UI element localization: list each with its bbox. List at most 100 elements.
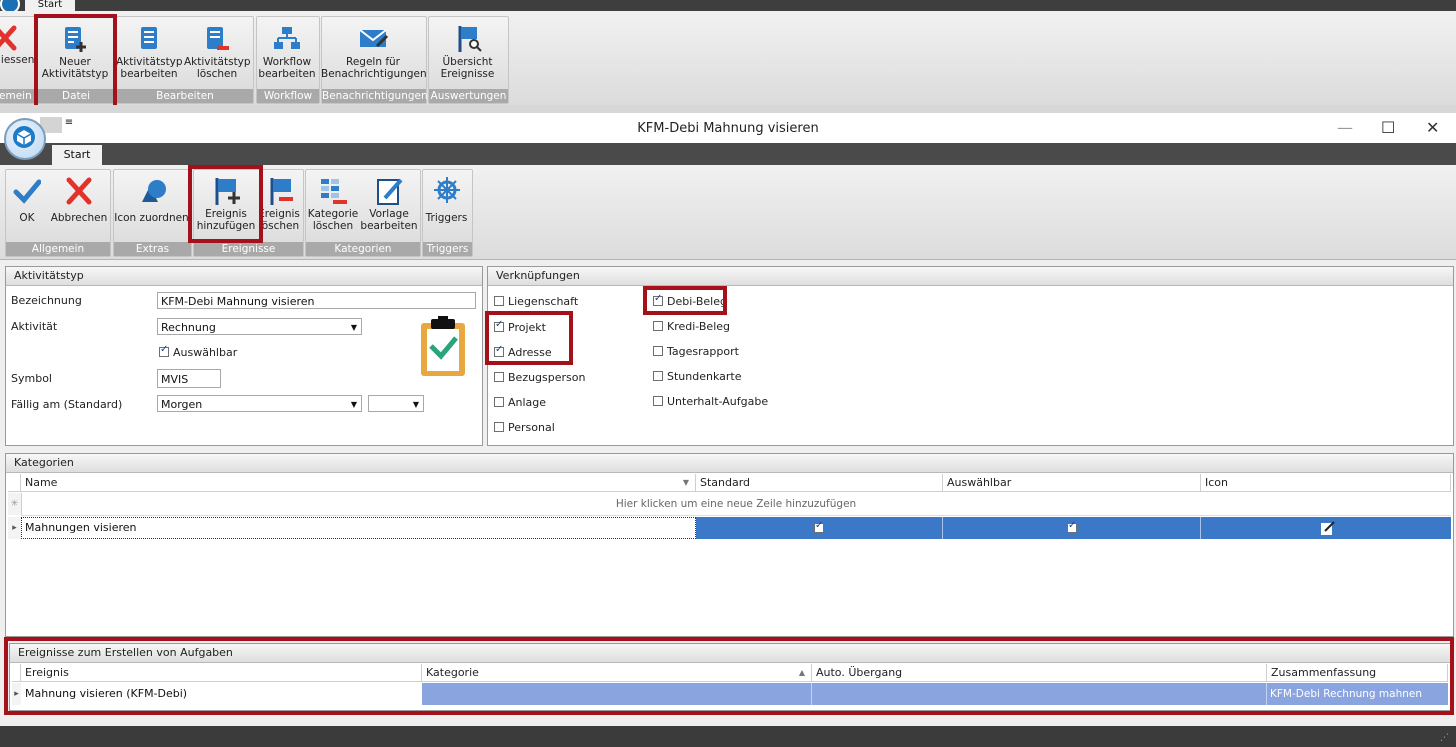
- edit-pencil-icon[interactable]: [1320, 520, 1336, 536]
- window-gap: [0, 105, 1456, 113]
- col-header-name-text: Name: [25, 476, 58, 489]
- kredi-beleg-checkbox[interactable]: [653, 321, 663, 331]
- grid-corner: [8, 474, 21, 492]
- highlight-ereignisse-panel: [4, 637, 1454, 715]
- aktivitaet-value: Rechnung: [161, 321, 216, 334]
- minimize-button[interactable]: —: [1337, 118, 1353, 137]
- col-header-name[interactable]: Name ▼: [21, 474, 696, 492]
- ok-button[interactable]: OK: [10, 176, 44, 224]
- background-tab-start[interactable]: Start: [25, 0, 75, 11]
- ereignis-loeschen-button[interactable]: Ereignis löschen: [258, 176, 300, 232]
- kredi-beleg-label: Kredi-Beleg: [667, 320, 730, 333]
- workflow-bearbeiten-button[interactable]: Workflow bearbeiten: [256, 24, 318, 80]
- flag-remove-icon: [265, 176, 293, 206]
- bg-group-workflow-label: Workflow: [257, 89, 319, 103]
- close-window-button[interactable]: ✕: [1426, 118, 1439, 137]
- panel-verknuepfungen: Verknüpfungen: [487, 266, 1454, 446]
- group-allgemein-label: Allgemein: [6, 242, 110, 256]
- resize-grip-icon[interactable]: ⋰: [1440, 733, 1449, 743]
- kategorie-loeschen-label-1: Kategorie: [307, 208, 359, 220]
- status-bar: [0, 726, 1456, 747]
- close-x-icon: [0, 24, 18, 52]
- uebersicht-label-2: Ereignisse: [440, 68, 495, 80]
- dialog-title: KFM-Debi Mahnung visieren: [637, 121, 819, 136]
- background-window-titlebar: [0, 0, 1456, 11]
- bg-group-benachrichtigungen-label: Benachrichtigungen: [322, 89, 428, 103]
- col-header-standard[interactable]: Standard: [696, 474, 943, 492]
- liegenschaft-label: Liegenschaft: [508, 295, 579, 308]
- icon-zuordnen-button[interactable]: Icon zuordnen: [114, 176, 189, 224]
- liegenschaft-checkbox[interactable]: [494, 296, 504, 306]
- uebersicht-ereignisse-button[interactable]: Übersicht Ereignisse: [430, 24, 505, 80]
- loeschen-label-2: löschen: [196, 68, 238, 80]
- bearbeiten-label-2: bearbeiten: [120, 68, 178, 80]
- uebersicht-label-1: Übersicht: [442, 56, 493, 68]
- loeschen-label-1: Aktivitätstyp: [184, 56, 251, 68]
- abbrechen-label: Abbrechen: [50, 212, 108, 224]
- kategorie-loeschen-button[interactable]: Kategorie löschen: [306, 176, 360, 232]
- grid-delete-icon: [319, 176, 347, 206]
- faellig-select[interactable]: Morgen ▼: [157, 395, 362, 412]
- category-name-cell[interactable]: Mahnungen visieren: [21, 517, 696, 539]
- edit-document-icon: [135, 24, 163, 54]
- symbol-field[interactable]: MVIS: [157, 369, 221, 388]
- auswaehlbar-checkbox[interactable]: [159, 344, 169, 357]
- vorlage-label-2: bearbeiten: [360, 220, 418, 232]
- bg-group-allgemein-label: emein: [0, 89, 35, 103]
- shapes-icon: [138, 176, 166, 206]
- abbrechen-button[interactable]: Abbrechen: [50, 176, 108, 224]
- category-auswaehlbar-checkbox[interactable]: [1067, 520, 1077, 533]
- faellig-value: Morgen: [161, 398, 203, 411]
- highlight-projekt-adresse: [485, 311, 573, 365]
- bezugsperson-label: Bezugsperson: [508, 371, 586, 384]
- ok-label: OK: [19, 212, 35, 224]
- cancel-x-icon: [65, 176, 93, 206]
- quick-access-dropdown[interactable]: ≡: [62, 117, 76, 131]
- aktivitaetstyp-loeschen-button[interactable]: Aktivitätstyp löschen: [184, 24, 251, 80]
- bezugsperson-checkbox[interactable]: [494, 372, 504, 382]
- unterhalt-aufgabe-label: Unterhalt-Aufgabe: [667, 395, 769, 408]
- bg-close-button[interactable]: liessen: [0, 24, 35, 66]
- unterhalt-aufgabe-checkbox[interactable]: [653, 396, 663, 406]
- workflow-label-1: Workflow: [262, 56, 312, 68]
- kategorie-loeschen-label-2: löschen: [312, 220, 354, 232]
- aktivitaet-select[interactable]: Rechnung ▼: [157, 318, 362, 335]
- personal-checkbox[interactable]: [494, 422, 504, 432]
- anlage-label: Anlage: [508, 396, 547, 409]
- personal-label: Personal: [508, 421, 555, 434]
- col-header-icon[interactable]: Icon: [1201, 474, 1451, 492]
- highlight-ereignis-hinzufuegen: [188, 165, 263, 243]
- clipboard-check-icon: [418, 316, 470, 378]
- bg-close-label: liessen: [0, 54, 35, 66]
- cell-divider: [942, 517, 943, 539]
- tab-start[interactable]: Start: [52, 145, 102, 165]
- col-header-auswaehlbar[interactable]: Auswählbar: [943, 474, 1201, 492]
- stundenkarte-checkbox[interactable]: [653, 371, 663, 381]
- bg-group-bearbeiten-label: Bearbeiten: [117, 89, 253, 103]
- tagesrapport-checkbox[interactable]: [653, 346, 663, 356]
- bezeichnung-field[interactable]: KFM-Debi Mahnung visieren: [157, 292, 476, 309]
- group-kategorien-label: Kategorien: [306, 242, 420, 256]
- maximize-button[interactable]: ☐: [1381, 118, 1395, 137]
- regeln-benachrichtigungen-button[interactable]: Regeln für Benachrichtigungen: [321, 24, 427, 80]
- triggers-button[interactable]: Triggers: [423, 176, 470, 224]
- tagesrapport-label: Tagesrapport: [667, 345, 739, 358]
- highlight-neuer-aktivitaetstyp: [34, 14, 117, 110]
- group-extras-label: Extras: [114, 242, 191, 256]
- workflow-label-2: bearbeiten: [258, 68, 316, 80]
- faellig-extra-select[interactable]: ▼: [368, 395, 424, 412]
- checkmark-icon: [13, 176, 42, 206]
- category-standard-checkbox[interactable]: [814, 520, 824, 533]
- chevron-down-icon: ▼: [350, 400, 357, 409]
- vorlage-bearbeiten-button[interactable]: Vorlage bearbeiten: [360, 176, 418, 232]
- triggers-label: Triggers: [425, 212, 468, 224]
- stundenkarte-label: Stundenkarte: [667, 370, 742, 383]
- workflow-icon: [273, 24, 301, 54]
- aktivitaetstyp-bearbeiten-button[interactable]: Aktivitätstyp bearbeiten: [116, 24, 183, 80]
- regeln-label-2: Benachrichtigungen: [321, 68, 427, 80]
- new-row-hint[interactable]: Hier klicken um eine neue Zeile hinzuzuf…: [21, 493, 1451, 516]
- anlage-checkbox[interactable]: [494, 397, 504, 407]
- ereignis-loeschen-label-1: Ereignis: [258, 208, 300, 220]
- panel-verknuepfungen-header: Verknüpfungen: [488, 267, 1453, 286]
- bezeichnung-label: Bezeichnung: [11, 294, 82, 307]
